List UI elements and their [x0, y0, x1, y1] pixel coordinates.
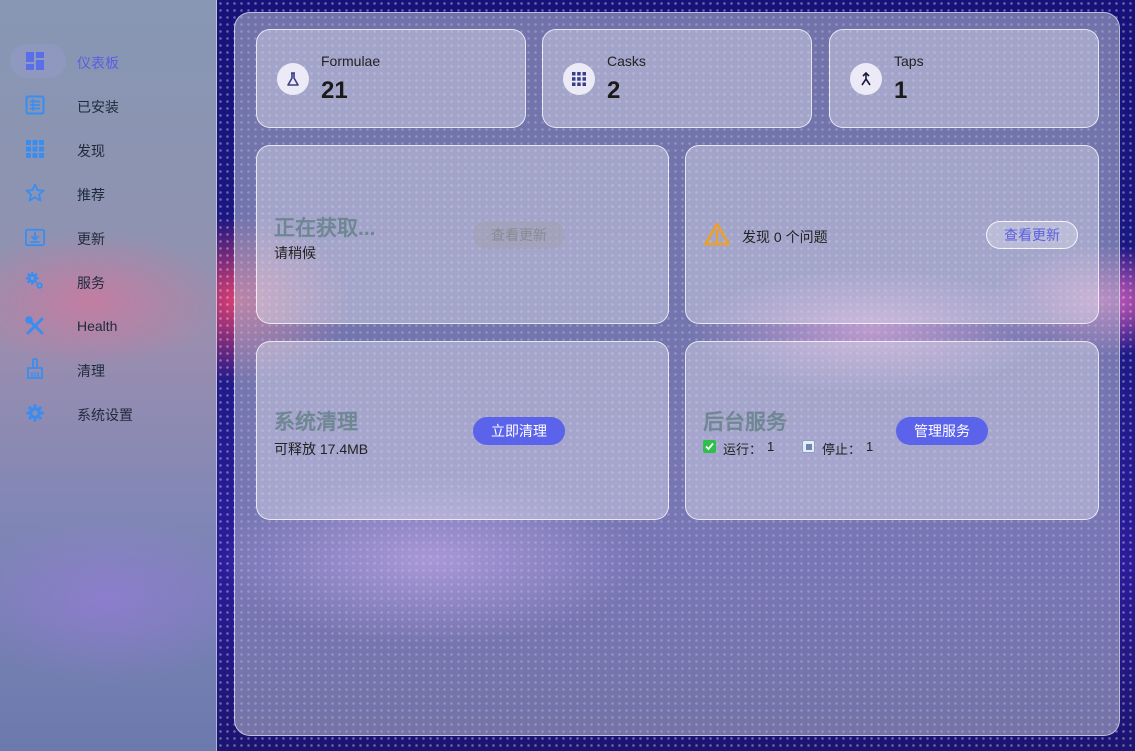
running-label: 运行： [723, 442, 763, 457]
stat-label: Taps [894, 53, 924, 69]
sidebar-item-label: 服务 [77, 275, 105, 291]
clean-now-button[interactable]: 立即清理 [473, 417, 565, 445]
manage-services-button[interactable]: 管理服务 [896, 417, 988, 445]
settings-gear-icon [25, 403, 45, 423]
stopped-label: 停止： [822, 442, 862, 457]
issues-text: 发现 0 个问题 [742, 229, 828, 245]
sidebar-item-discover[interactable]: 发现 [10, 132, 210, 166]
services-title: 后台服务 [703, 411, 787, 434]
view-updates-button[interactable]: 查看更新 [986, 221, 1078, 249]
main-panel: Formulae 21 Casks 2 Taps 1 正在获取... 请稍候 查… [234, 12, 1120, 736]
flask-icon [277, 63, 309, 95]
sidebar-item-label: 推荐 [77, 187, 105, 203]
sidebar-item-label: 仪表板 [77, 55, 119, 71]
stat-value: 2 [607, 77, 621, 104]
star-icon [25, 183, 45, 203]
sidebar-item-recommended[interactable]: 推荐 [10, 176, 210, 210]
sidebar-item-label: 已安装 [77, 99, 119, 115]
sidebar-item-installed[interactable]: 已安装 [10, 88, 210, 122]
sidebar-item-settings[interactable]: 系统设置 [10, 396, 210, 430]
running-check-icon [703, 440, 716, 453]
running-count: 1 [767, 439, 775, 454]
sidebar-item-health[interactable]: Health [10, 309, 210, 343]
updates-subtitle: 请稍候 [274, 245, 316, 261]
discover-grid-icon [25, 139, 45, 159]
download-update-icon [25, 227, 45, 247]
sidebar-item-label: 更新 [77, 231, 105, 247]
grid-icon [563, 63, 595, 95]
formulae-stat-card[interactable]: Formulae 21 [256, 29, 526, 128]
stat-label: Formulae [321, 53, 381, 69]
sidebar-item-label: Health [77, 318, 118, 334]
dashboard-icon [25, 51, 45, 71]
broom-icon [25, 358, 45, 379]
stopped-count: 1 [866, 439, 874, 454]
services-card: 后台服务 运行： 1 停止： 1 管理服务 [685, 341, 1099, 520]
wrench-screwdriver-icon [25, 316, 45, 336]
stat-label: Casks [607, 53, 646, 69]
stat-value: 1 [894, 77, 908, 104]
warning-icon [704, 222, 730, 246]
cleanup-card: 系统清理 可释放 17.4MB 立即清理 [256, 341, 669, 520]
sidebar-item-dashboard[interactable]: 仪表板 [10, 44, 119, 78]
cleanup-title: 系统清理 [274, 411, 358, 434]
gears-icon [25, 271, 45, 291]
stopped-square-icon [802, 440, 815, 453]
sidebar-item-updates[interactable]: 更新 [10, 220, 210, 254]
stat-value: 21 [321, 77, 348, 104]
sidebar-item-label: 清理 [77, 363, 105, 379]
view-updates-button-disabled[interactable]: 查看更新 [473, 221, 565, 249]
sidebar-item-label: 发现 [77, 143, 105, 159]
sidebar-item-label: 系统设置 [77, 407, 133, 423]
cleanup-subtitle: 可释放 17.4MB [274, 441, 369, 457]
merge-arrow-icon [850, 63, 882, 95]
issues-card: 发现 0 个问题 查看更新 [685, 145, 1099, 324]
taps-stat-card[interactable]: Taps 1 [829, 29, 1099, 128]
sidebar-item-cleanup[interactable]: 清理 [10, 352, 210, 386]
sidebar-item-services[interactable]: 服务 [10, 264, 210, 298]
updates-card: 正在获取... 请稍候 查看更新 [256, 145, 669, 324]
sidebar: 仪表板 已安装 发现 推荐 更新 服务 Health 清理 系统设置 [0, 0, 217, 751]
installed-list-icon [25, 95, 45, 115]
casks-stat-card[interactable]: Casks 2 [542, 29, 812, 128]
updates-title: 正在获取... [274, 217, 376, 240]
